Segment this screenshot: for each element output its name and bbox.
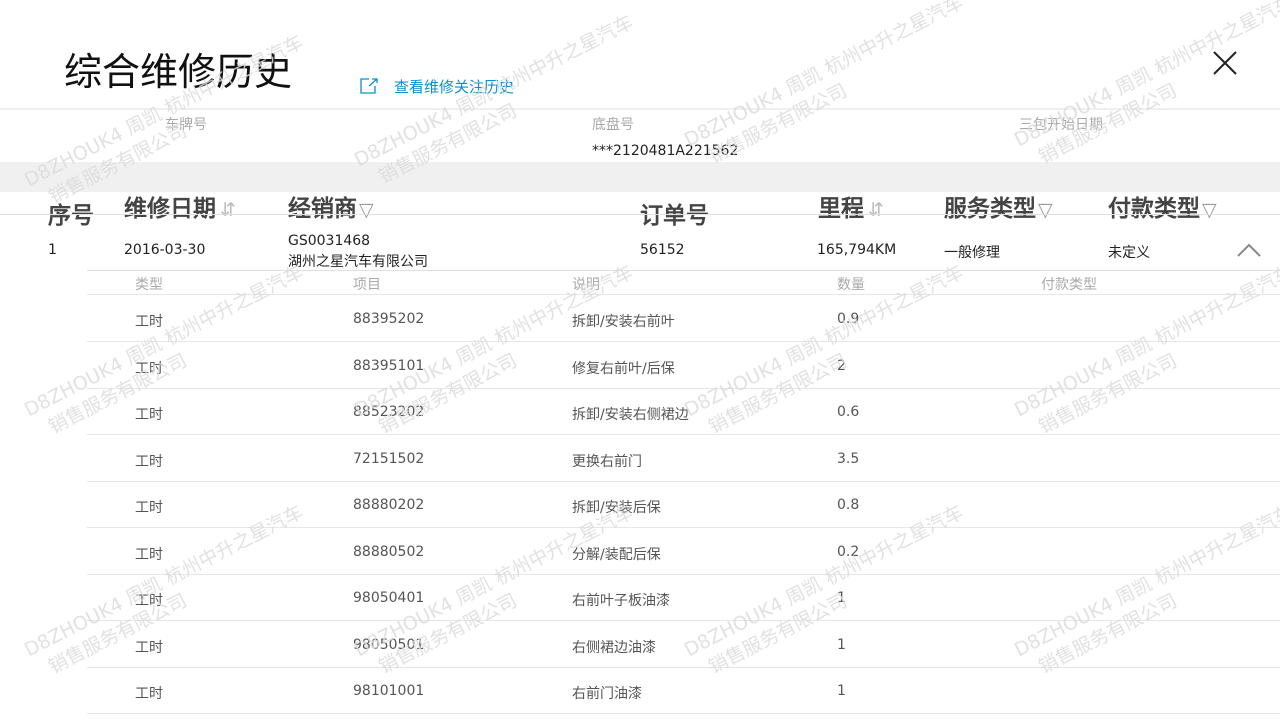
- table-header-divider: [0, 214, 1280, 215]
- detail-type: 工时: [135, 547, 163, 563]
- header-date[interactable]: 维修日期 ⇵: [124, 189, 236, 223]
- detail-row[interactable]: 工时 98050401 右前叶子板油漆 1: [87, 574, 1280, 621]
- detail-item: 88395202: [353, 311, 425, 327]
- view-attention-history-link[interactable]: 查看维修关注历史: [360, 76, 514, 96]
- row-dealer-code: GS0031468: [288, 233, 371, 249]
- detail-desc: 修复右前叶/后保: [572, 361, 675, 377]
- detail-qty: 0.9: [837, 311, 860, 327]
- detail-item: 88395101: [353, 358, 425, 374]
- detail-row[interactable]: 工时 88880502 分解/装配后保 0.2: [87, 528, 1280, 575]
- detail-header-type: 类型: [135, 277, 163, 293]
- detail-item: 88880202: [353, 497, 425, 513]
- detail-qty: 0.8: [837, 497, 860, 513]
- detail-item: 98050501: [353, 637, 425, 653]
- detail-row[interactable]: 工时 88880202 拆卸/安装后保 0.8: [87, 481, 1280, 528]
- detail-item: 98101001: [353, 683, 425, 699]
- detail-item: 88523202: [353, 404, 425, 420]
- header-service-type[interactable]: 服务类型 ▽: [944, 189, 1053, 223]
- detail-type: 工时: [135, 407, 163, 423]
- watermark: D8ZHOUK4 周凯 杭州中升之星汽车 销售服务有限公司: [1010, 0, 1280, 169]
- detail-qty: 1: [837, 590, 846, 606]
- sort-icon[interactable]: ⇵: [868, 199, 884, 221]
- row-seq: 1: [48, 242, 57, 258]
- detail-row[interactable]: 工时 72151502 更换右前门 3.5: [87, 435, 1280, 482]
- warranty-start-label: 三包开始日期: [1019, 117, 1103, 133]
- detail-row[interactable]: 工时 88395101 修复右前叶/后保 2: [87, 342, 1280, 389]
- detail-desc: 拆卸/安装右前叶: [572, 314, 675, 330]
- detail-item: 98050401: [353, 590, 425, 606]
- detail-row[interactable]: 工时 98050501 右侧裙边油漆 1: [87, 621, 1280, 668]
- filter-icon[interactable]: ▽: [1202, 199, 1217, 221]
- row-order: 56152: [640, 242, 685, 258]
- detail-qty: 1: [837, 637, 846, 653]
- detail-qty: 1: [837, 683, 846, 699]
- detail-type: 工时: [135, 593, 163, 609]
- detail-top-divider: [87, 270, 1280, 271]
- detail-desc: 拆卸/安装右侧裙边: [572, 407, 689, 423]
- detail-qty: 0.6: [837, 404, 860, 420]
- row-payment-type: 未定义: [1108, 245, 1150, 261]
- detail-type: 工时: [135, 500, 163, 516]
- sort-icon[interactable]: ⇵: [220, 199, 236, 221]
- external-link-icon: [360, 78, 378, 94]
- row-service-type: 一般修理: [944, 245, 1000, 261]
- detail-header-item: 项目: [353, 277, 381, 293]
- detail-header-pay: 付款类型: [1041, 277, 1097, 293]
- detail-row[interactable]: 工时 88523202 拆卸/安装右侧裙边 0.6: [87, 388, 1280, 435]
- filter-icon[interactable]: ▽: [1038, 199, 1053, 221]
- detail-type: 工时: [135, 640, 163, 656]
- detail-desc: 更换右前门: [572, 454, 642, 470]
- detail-desc: 拆卸/安装后保: [572, 500, 661, 516]
- detail-desc: 分解/装配后保: [572, 547, 661, 563]
- section-separator: [0, 162, 1280, 192]
- row-mileage: 165,794KM: [817, 242, 897, 258]
- row-dealer-name: 湖州之星汽车有限公司: [288, 254, 428, 270]
- detail-header-desc: 说明: [572, 277, 600, 293]
- detail-item: 72151502: [353, 451, 425, 467]
- filter-icon[interactable]: ▽: [359, 199, 374, 221]
- detail-qty: 0.2: [837, 544, 860, 560]
- detail-qty: 2: [837, 358, 846, 374]
- detail-desc: 右前门油漆: [572, 686, 642, 702]
- header-mileage[interactable]: 里程 ⇵: [818, 189, 884, 223]
- header-dealer[interactable]: 经销商 ▽: [288, 189, 374, 223]
- detail-desc: 右前叶子板油漆: [572, 593, 670, 609]
- detail-qty: 3.5: [837, 451, 860, 467]
- vin-label: 底盘号: [592, 117, 634, 133]
- header-payment-type[interactable]: 付款类型 ▽: [1108, 189, 1217, 223]
- detail-header-qty: 数量: [837, 277, 865, 293]
- detail-type: 工时: [135, 686, 163, 702]
- plate-label: 车牌号: [165, 117, 207, 133]
- detail-row[interactable]: 工时 88395202 拆卸/安装右前叶 0.9: [87, 295, 1280, 342]
- chevron-up-icon[interactable]: [1236, 240, 1262, 260]
- close-icon[interactable]: [1208, 46, 1242, 80]
- detail-type: 工时: [135, 314, 163, 330]
- page-title: 综合维修历史: [64, 50, 293, 94]
- detail-item: 88880502: [353, 544, 425, 560]
- view-attention-history-label: 查看维修关注历史: [394, 77, 515, 96]
- detail-type: 工时: [135, 454, 163, 470]
- detail-type: 工时: [135, 361, 163, 377]
- table-row[interactable]: 1 2016-03-30 GS0031468 湖州之星汽车有限公司 56152 …: [0, 225, 1280, 271]
- detail-desc: 右侧裙边油漆: [572, 640, 656, 656]
- header-divider: [0, 108, 1280, 110]
- row-date: 2016-03-30: [124, 242, 206, 258]
- detail-row[interactable]: 工时 98101001 右前门油漆 1: [87, 667, 1280, 714]
- vin-value: ***2120481A221562: [592, 143, 739, 159]
